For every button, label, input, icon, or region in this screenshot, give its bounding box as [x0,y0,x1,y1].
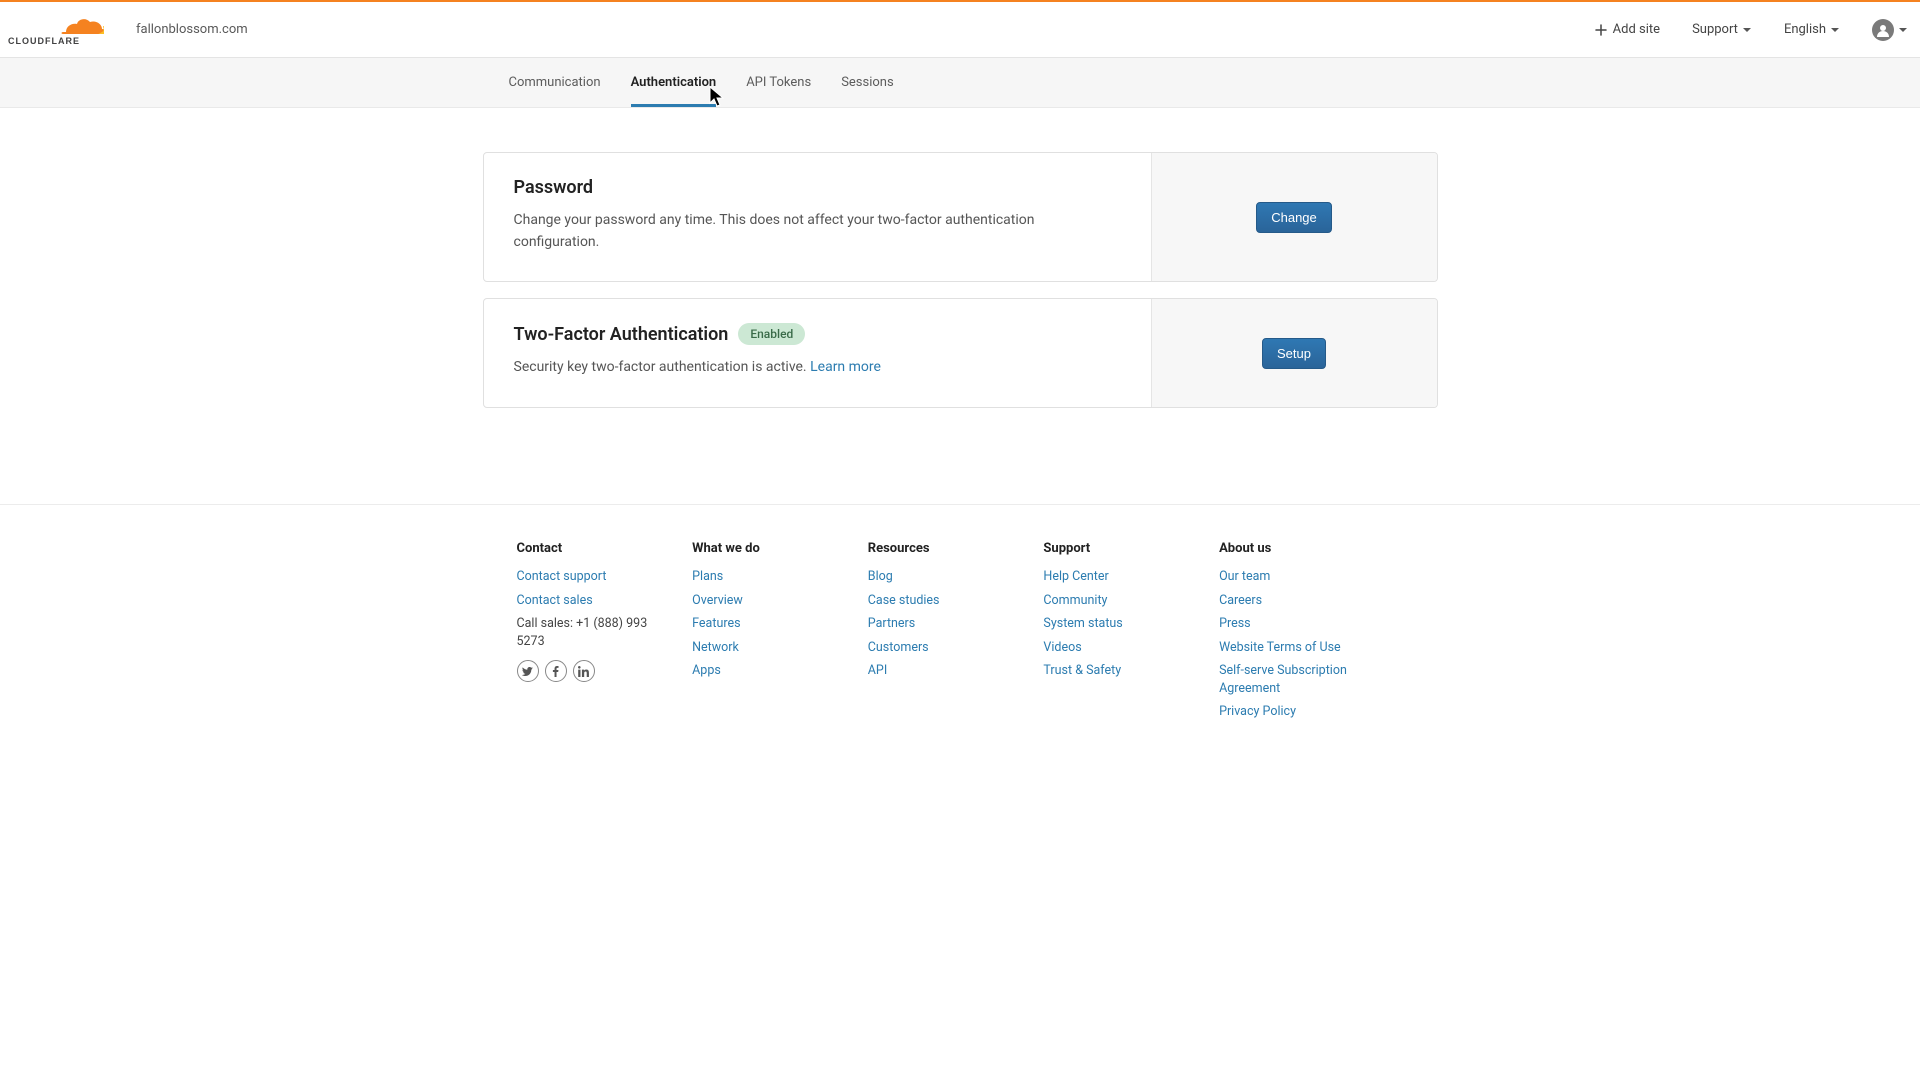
facebook-icon[interactable] [545,660,567,682]
footer-link[interactable]: Community [1043,592,1195,610]
change-password-button[interactable]: Change [1256,202,1332,233]
footer-link[interactable]: Case studies [868,592,1020,610]
tab-api-tokens[interactable]: API Tokens [746,58,811,107]
footer-link[interactable]: Contact sales [517,592,669,610]
linkedin-icon[interactable] [573,660,595,682]
footer-link[interactable]: Plans [692,568,844,586]
password-card: Password Change your password any time. … [483,152,1438,282]
tab-sessions[interactable]: Sessions [841,58,894,107]
footer-col-support: Support Help Center Community System sta… [1043,541,1219,721]
footer-link[interactable]: Features [692,615,844,633]
password-description: Change your password any time. This does… [514,210,1121,253]
footer-col-resources: Resources Blog Case studies Partners Cus… [868,541,1044,721]
avatar-icon [1872,19,1894,41]
tab-communication[interactable]: Communication [509,58,601,107]
two-factor-title: Two-Factor Authentication [514,324,729,345]
learn-more-link[interactable]: Learn more [810,359,881,375]
svg-text:CLOUDFLARE: CLOUDFLARE [8,36,80,46]
footer-link[interactable]: Blog [868,568,1020,586]
footer-link[interactable]: Network [692,639,844,657]
caret-down-icon [1898,25,1908,35]
setup-two-factor-button[interactable]: Setup [1262,338,1326,369]
footer-link[interactable]: Our team [1219,568,1379,586]
twitter-icon[interactable] [517,660,539,682]
social-icons [517,660,693,682]
cloudflare-logo[interactable]: CLOUDFLARE [4,13,104,47]
footer-heading-contact: Contact [517,541,693,556]
footer-link[interactable]: Help Center [1043,568,1195,586]
header-right-nav: Add site Support English [1595,19,1908,41]
footer-link[interactable]: API [868,662,1020,680]
footer-col-what-we-do: What we do Plans Overview Features Netwo… [692,541,868,721]
footer-link[interactable]: Overview [692,592,844,610]
footer-link[interactable]: Website Terms of Use [1219,639,1379,657]
caret-down-icon [1742,25,1752,35]
footer-link[interactable]: Customers [868,639,1020,657]
footer-link[interactable]: Apps [692,662,844,680]
footer-link[interactable]: Partners [868,615,1020,633]
plus-icon [1595,24,1607,36]
footer-heading: Resources [868,541,1044,556]
footer-heading: What we do [692,541,868,556]
enabled-badge: Enabled [738,323,805,345]
tab-authentication[interactable]: Authentication [631,58,717,107]
footer-link[interactable]: Videos [1043,639,1195,657]
support-menu[interactable]: Support [1692,22,1752,37]
footer-link[interactable]: Press [1219,615,1379,633]
footer-col-contact: Contact Contact support Contact sales Ca… [517,541,693,721]
footer-heading: About us [1219,541,1403,556]
tabs-bar: Communication Authentication API Tokens … [0,58,1920,108]
footer-link[interactable]: Careers [1219,592,1379,610]
page-footer: Contact Contact support Contact sales Ca… [0,504,1920,757]
account-menu[interactable] [1872,19,1908,41]
footer-link[interactable]: Privacy Policy [1219,703,1379,721]
two-factor-desc-text: Security key two-factor authentication i… [514,359,811,375]
footer-link[interactable]: Contact support [517,568,669,586]
footer-heading: Support [1043,541,1219,556]
caret-down-icon [1830,25,1840,35]
add-site-label: Add site [1613,22,1660,37]
top-header: CLOUDFLARE fallonblossom.com Add site Su… [0,2,1920,58]
call-sales-text: Call sales: +1 (888) 993 5273 [517,615,669,650]
password-title: Password [514,177,1121,198]
main-content: Password Change your password any time. … [0,108,1920,504]
footer-link[interactable]: Self-serve Subscription Agreement [1219,662,1379,697]
support-label: Support [1692,22,1738,37]
footer-link[interactable]: System status [1043,615,1195,633]
two-factor-description: Security key two-factor authentication i… [514,357,1121,379]
language-menu[interactable]: English [1784,22,1840,37]
site-name[interactable]: fallonblossom.com [136,22,248,37]
footer-col-about: About us Our team Careers Press Website … [1219,541,1403,721]
two-factor-card: Two-Factor Authentication Enabled Securi… [483,298,1438,408]
add-site-button[interactable]: Add site [1595,22,1660,37]
footer-link[interactable]: Trust & Safety [1043,662,1195,680]
language-label: English [1784,22,1826,37]
